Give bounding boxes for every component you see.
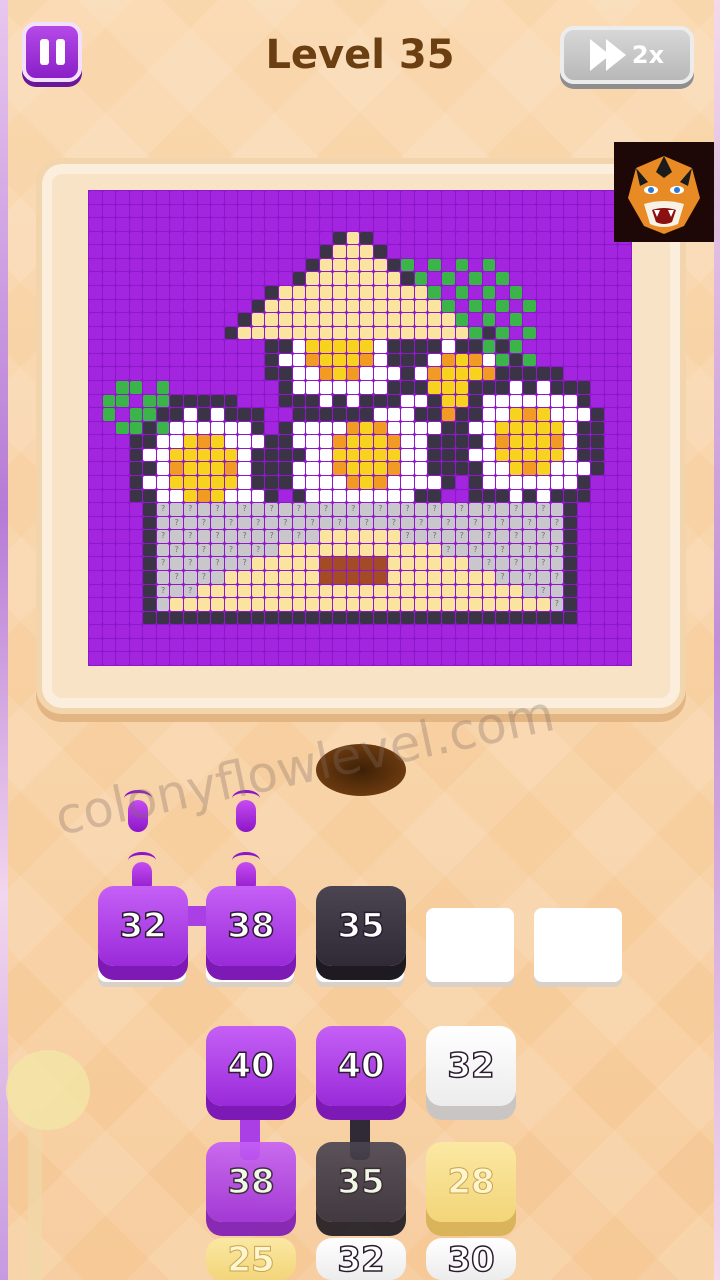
stack-block[interactable]: 38 (206, 1142, 296, 1222)
right-edge-decoration (714, 0, 720, 1280)
decorative-tree (6, 1050, 90, 1130)
decorative-tree-trunk (28, 1110, 42, 1280)
stack-block[interactable]: 32 (426, 1026, 516, 1106)
pixel-art-board: ????????????????????????????????????????… (88, 190, 632, 666)
stack-block[interactable]: 32 (316, 1238, 406, 1280)
fast-forward-icon (589, 39, 626, 71)
slot-block-2: 38 (206, 886, 296, 966)
slot-5 (534, 908, 622, 982)
slot-block-3: 35 (316, 886, 406, 966)
speed-toggle-button[interactable]: 2x (560, 26, 694, 84)
slot-4 (426, 908, 514, 982)
stack-block[interactable]: 25 (206, 1238, 296, 1280)
stack-block[interactable]: 30 (426, 1238, 516, 1280)
stack-block[interactable]: 40 (316, 1026, 406, 1106)
speed-label: 2x (631, 41, 665, 69)
slot-block-1: 32 (98, 886, 188, 966)
stack-block[interactable]: 35 (316, 1142, 406, 1222)
stack-block[interactable]: 28 (426, 1142, 516, 1222)
stack-block[interactable]: 40 (206, 1026, 296, 1106)
tiger-logo (614, 142, 714, 242)
